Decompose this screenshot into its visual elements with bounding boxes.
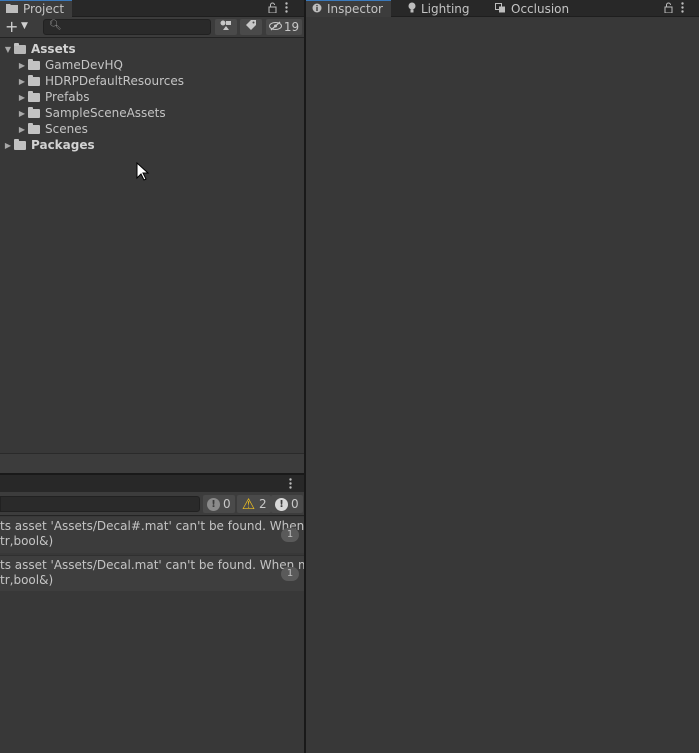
tree-item-prefabs[interactable]: ▶ Prefabs (0, 89, 304, 105)
error-count: 0 (291, 497, 299, 511)
tab-occlusion-label: Occlusion (511, 1, 570, 16)
error-icon: ! (275, 497, 288, 511)
collapsed-arrow-icon[interactable]: ▶ (16, 61, 28, 70)
collapsed-arrow-icon[interactable]: ▶ (16, 125, 28, 134)
tree-item-label: GameDevHQ (45, 58, 123, 72)
tree-item-label: SampleSceneAssets (45, 106, 166, 120)
console-kebab-menu-icon[interactable] (289, 478, 292, 492)
info-message-icon: ! (207, 497, 220, 511)
console-entry-line2: tr,bool&) (0, 534, 54, 548)
project-footer-bar (0, 453, 304, 473)
folder-icon (28, 90, 40, 102)
filter-type-icon (220, 20, 232, 34)
folder-icon (28, 122, 40, 134)
project-window: Project + ▼ 🔍︎ 19 ▼ Assets ▶ GameDevHQ ▶… (0, 0, 304, 753)
lock-icon[interactable] (268, 2, 277, 16)
tab-project-label: Project (23, 2, 65, 16)
console-entry-line1: ts asset 'Assets/Decal#.mat' can't be fo… (0, 519, 304, 533)
project-window-controls (268, 1, 288, 16)
warning-count: 2 (259, 497, 267, 511)
tag-icon (245, 20, 257, 34)
eye-slash-icon (268, 20, 282, 34)
console-entry[interactable]: ts asset 'Assets/Decal#.mat' can't be fo… (0, 517, 304, 553)
tree-item-samplesceneassets[interactable]: ▶ SampleSceneAssets (0, 105, 304, 121)
collapsed-arrow-icon[interactable]: ▶ (16, 109, 28, 118)
tree-item-label: Assets (31, 42, 76, 56)
inspector-window: Inspector Lighting Occlusion (306, 0, 699, 753)
project-search-input[interactable] (60, 20, 208, 34)
folder-icon (28, 74, 40, 86)
folder-icon (14, 138, 26, 150)
tab-project[interactable]: Project (0, 0, 73, 17)
hidden-count: 19 (283, 20, 300, 34)
create-dropdown-icon[interactable]: ▼ (21, 21, 28, 31)
warning-toggle[interactable]: ⚠ 2 (237, 495, 271, 513)
tree-item-hdrpdefaultresources[interactable]: ▶ HDRPDefaultResources (0, 73, 304, 89)
project-search-field[interactable]: 🔍︎ (43, 19, 211, 35)
warning-icon: ⚠ (241, 495, 256, 513)
inspector-content (306, 17, 699, 753)
collapse-count-badge: 1 (281, 567, 299, 581)
search-by-label-button[interactable] (240, 19, 262, 35)
folder-open-icon (14, 42, 26, 54)
tree-item-packages[interactable]: ▶ Packages (0, 137, 304, 153)
tab-inspector[interactable]: Inspector (306, 0, 391, 17)
inspector-window-controls (664, 1, 684, 16)
collapse-count-badge: 1 (281, 528, 299, 542)
tree-item-scenes[interactable]: ▶ Scenes (0, 121, 304, 137)
mouse-pointer-icon (136, 161, 150, 182)
tab-lighting[interactable]: Lighting (402, 0, 478, 17)
info-count: 0 (223, 497, 231, 511)
project-tabbar: Project (0, 0, 304, 17)
tree-item-gamedevhq[interactable]: ▶ GameDevHQ (0, 57, 304, 73)
console-entry-line1: ts asset 'Assets/Decal.mat' can't be fou… (0, 558, 304, 572)
project-toolbar: + ▼ 🔍︎ 19 (0, 17, 304, 38)
collapsed-arrow-icon[interactable]: ▶ (2, 141, 14, 150)
console-tabbar (0, 475, 304, 492)
collapsed-arrow-icon[interactable]: ▶ (16, 77, 28, 86)
lock-icon[interactable] (664, 2, 673, 16)
hidden-packages-toggle[interactable]: 19 (266, 19, 302, 35)
console-toolbar: ! 0 ⚠ 2 ! 0 (0, 492, 304, 516)
console-search-field[interactable] (0, 496, 200, 512)
tab-inspector-label: Inspector (327, 2, 383, 16)
kebab-menu-icon[interactable] (285, 1, 288, 16)
tree-item-label: Packages (31, 138, 95, 152)
collapsed-arrow-icon[interactable]: ▶ (16, 93, 28, 102)
tree-item-label: Prefabs (45, 90, 90, 104)
tree-item-label: HDRPDefaultResources (45, 74, 184, 88)
tab-lighting-label: Lighting (421, 1, 470, 16)
error-toggle[interactable]: ! 0 (271, 495, 303, 513)
folder-icon (28, 58, 40, 70)
expanded-arrow-icon[interactable]: ▼ (2, 45, 14, 54)
tree-item-label: Scenes (45, 122, 88, 136)
info-toggle[interactable]: ! 0 (203, 495, 235, 513)
project-tree: ▼ Assets ▶ GameDevHQ ▶ HDRPDefaultResour… (0, 41, 304, 153)
tree-item-assets[interactable]: ▼ Assets (0, 41, 304, 57)
console-entry-line2: tr,bool&) (0, 573, 54, 587)
bulb-icon (408, 2, 416, 16)
kebab-menu-icon[interactable] (681, 1, 684, 16)
info-icon (312, 2, 322, 16)
search-by-type-button[interactable] (215, 19, 237, 35)
folder-icon (28, 106, 40, 118)
inspector-tabbar: Inspector Lighting Occlusion (306, 0, 699, 17)
console-entry[interactable]: ts asset 'Assets/Decal.mat' can't be fou… (0, 555, 304, 591)
occlusion-icon (495, 2, 506, 16)
tab-occlusion[interactable]: Occlusion (489, 0, 577, 17)
folder-tab-icon (6, 2, 18, 16)
create-plus-button[interactable]: + (5, 18, 18, 36)
